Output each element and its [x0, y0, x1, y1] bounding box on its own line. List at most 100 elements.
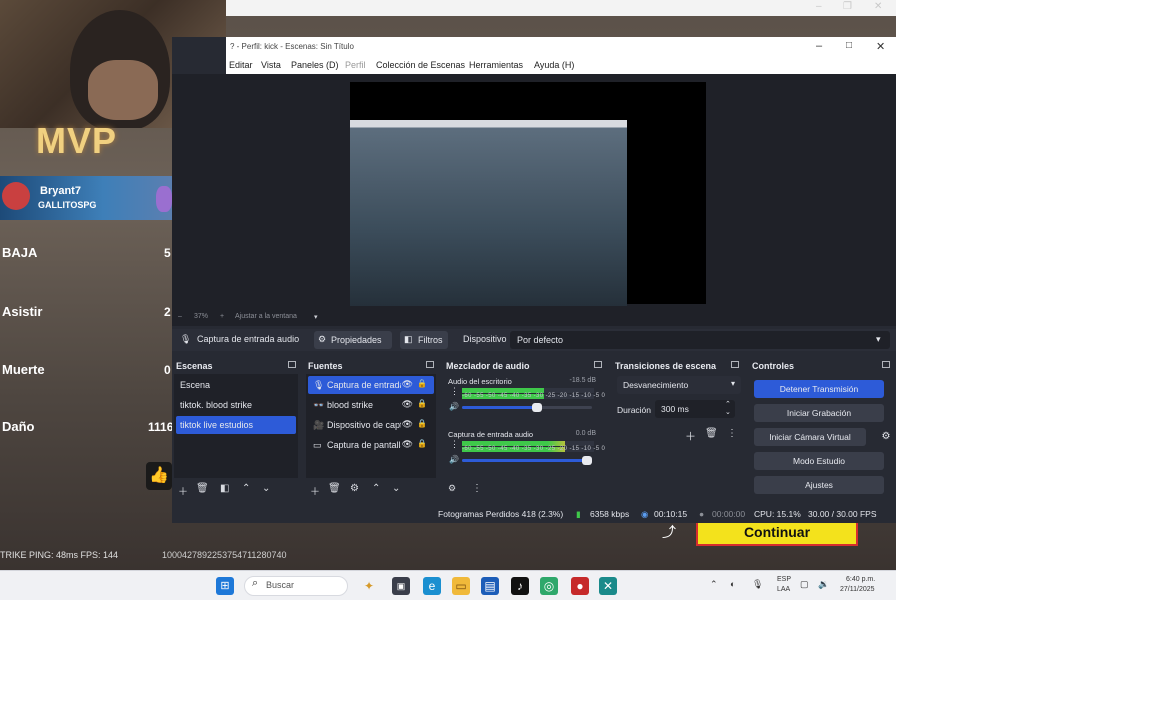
close-icon[interactable]: ✕ [876, 40, 885, 53]
dock-popout-icon[interactable] [594, 361, 602, 368]
language-top[interactable]: ESP [777, 576, 791, 583]
visibility-eye-icon[interactable]: 👁 [402, 399, 413, 410]
task-view-icon[interactable]: ▣ [392, 577, 410, 595]
source-settings-icon[interactable]: ⚙ [350, 483, 359, 494]
dock-popout-icon[interactable] [731, 361, 739, 368]
visibility-eye-icon[interactable]: 👁 [402, 379, 413, 390]
menu-perfil[interactable]: Perfil [345, 60, 366, 70]
file-explorer-icon[interactable]: ▭ [452, 577, 470, 595]
lock-icon[interactable]: 🔒 [417, 399, 427, 408]
start-virtual-camera-button[interactable]: Iniciar Cámara Virtual [754, 428, 866, 446]
lock-icon[interactable]: 🔒 [417, 419, 427, 428]
continue-button[interactable]: Continuar [696, 520, 858, 546]
scene-filters-icon[interactable]: ◧ [220, 483, 229, 494]
clock-time[interactable]: 6:40 p.m. [846, 576, 875, 583]
filters-button[interactable]: ◧ Filtros [400, 331, 448, 349]
display-tray-icon[interactable]: ▢ [800, 579, 809, 590]
windows-start-icon[interactable]: ⊞ [216, 577, 234, 595]
mixer-menu-icon[interactable]: ⋮ [472, 483, 482, 494]
virtual-camera-gear-icon[interactable]: ⚙ [878, 428, 894, 446]
lock-icon[interactable]: 🔒 [417, 379, 427, 388]
zoom-out-button[interactable]: – [178, 313, 182, 320]
outer-maximize-icon[interactable]: ❐ [843, 1, 852, 12]
remove-scene-icon[interactable]: 🗑 [196, 483, 209, 494]
edge-browser-icon[interactable]: e [423, 577, 441, 595]
source-item-selected[interactable]: 🎙 Captura de entrada audio 👁 🔒 [308, 376, 434, 394]
visibility-eye-icon[interactable]: 👁 [402, 419, 413, 430]
minimize-icon[interactable]: – [816, 40, 822, 52]
channel-name: Audio del escritorio [448, 377, 512, 386]
network-tray-icon[interactable]: ◐ [730, 579, 735, 589]
like-thumb-icon[interactable]: 👍 [146, 462, 172, 490]
zoom-dropdown-icon[interactable]: ▾ [314, 313, 318, 321]
game-app-icon[interactable]: ✕ [599, 577, 617, 595]
speaker-icon[interactable]: 🔊 [449, 402, 459, 411]
zoom-bar: – 37% + Ajustar a la ventana ▾ [172, 310, 896, 326]
dock-popout-icon[interactable] [426, 361, 434, 368]
move-down-icon[interactable]: ⌄ [392, 483, 400, 494]
menu-ayuda[interactable]: Ayuda (H) [534, 60, 574, 70]
clock-date[interactable]: 27/11/2025 [840, 586, 875, 593]
volume-tray-icon[interactable]: 🔉 [818, 579, 829, 590]
tray-overflow-icon[interactable]: ⌃ [710, 579, 718, 590]
start-recording-button[interactable]: Iniciar Grabación [754, 404, 884, 422]
scene-item[interactable]: tiktok. blood strike [176, 396, 296, 414]
menu-editar[interactable]: Editar [229, 60, 253, 70]
share-icon[interactable]: ⤴ [662, 522, 686, 542]
preview-area[interactable] [172, 74, 896, 310]
menu-vista[interactable]: Vista [261, 60, 281, 70]
add-source-icon[interactable]: ＋ [310, 483, 320, 498]
remove-transition-icon[interactable]: 🗑 [705, 428, 718, 439]
channel-volume-slider[interactable] [462, 456, 592, 465]
menu-herramientas[interactable]: Herramientas [469, 60, 523, 70]
dock-popout-icon[interactable] [882, 361, 890, 368]
settings-button[interactable]: Ajustes [754, 476, 884, 494]
channel-volume-slider[interactable] [462, 403, 592, 412]
stepper-up-icon[interactable]: ⌃ [725, 400, 731, 408]
speaker-icon[interactable]: 🔊 [449, 455, 459, 464]
channel-menu-icon[interactable]: ⋮ [450, 439, 459, 450]
add-transition-icon[interactable]: ＋ [685, 428, 696, 444]
source-item[interactable]: 🎥 Dispositivo de captura 👁 🔒 [308, 416, 434, 434]
menu-paneles[interactable]: Paneles (D) [291, 60, 339, 70]
zoom-in-button[interactable]: + [220, 313, 224, 320]
outer-close-icon[interactable]: ✕ [874, 1, 882, 12]
move-down-icon[interactable]: ⌄ [262, 483, 270, 494]
source-item[interactable]: ▭ Captura de pantalla 👁 🔒 [308, 436, 434, 454]
transition-select[interactable]: Desvanecimiento ▾ [617, 376, 741, 394]
advanced-audio-icon[interactable]: ⚙ [448, 483, 456, 494]
scene-item-selected[interactable]: tiktok live estudios [176, 416, 296, 434]
transition-menu-icon[interactable]: ⋮ [727, 428, 737, 439]
visibility-eye-icon[interactable]: 👁 [402, 439, 413, 450]
menu-coleccion-escenas[interactable]: Colección de Escenas [376, 60, 465, 70]
move-up-icon[interactable]: ⌃ [372, 483, 380, 494]
add-scene-icon[interactable]: ＋ [178, 483, 188, 498]
language-bottom[interactable]: LAA [777, 586, 790, 593]
dock-popout-icon[interactable] [288, 361, 296, 368]
move-up-icon[interactable]: ⌃ [242, 483, 250, 494]
properties-button[interactable]: ⚙ Propiedades [314, 331, 392, 349]
duration-input[interactable]: 300 ms ⌃ ⌄ [655, 400, 735, 418]
stop-streaming-button[interactable]: Detener Transmisión [754, 380, 884, 398]
copilot-sparkle-icon[interactable]: ✦ [360, 577, 378, 595]
studio-mode-button[interactable]: Modo Estudio [754, 452, 884, 470]
outer-minimize-icon[interactable]: – [816, 1, 822, 12]
volume-knob[interactable] [532, 403, 543, 412]
scene-item[interactable]: Escena [176, 376, 296, 394]
channel-menu-icon[interactable]: ⋮ [450, 386, 459, 397]
tiktok-icon[interactable]: ♪ [511, 577, 529, 595]
preview-canvas[interactable] [350, 82, 706, 306]
device-select[interactable]: Por defecto ▾ [510, 331, 890, 349]
obs-app-icon[interactable]: ● [571, 577, 589, 595]
chrome-icon[interactable]: ◎ [540, 577, 558, 595]
lock-icon[interactable]: 🔒 [417, 439, 427, 448]
stepper-down-icon[interactable]: ⌄ [725, 408, 731, 416]
taskbar-search-input[interactable] [244, 576, 348, 596]
store-icon[interactable]: ▤ [481, 577, 499, 595]
maximize-icon[interactable]: □ [846, 40, 852, 51]
microphone-tray-icon[interactable]: 🎙 [752, 579, 763, 590]
volume-knob[interactable] [581, 456, 592, 465]
zoom-fit-label[interactable]: Ajustar a la ventana [235, 313, 297, 320]
remove-source-icon[interactable]: 🗑 [328, 483, 341, 494]
source-item[interactable]: 👓 blood strike 👁 🔒 [308, 396, 434, 414]
